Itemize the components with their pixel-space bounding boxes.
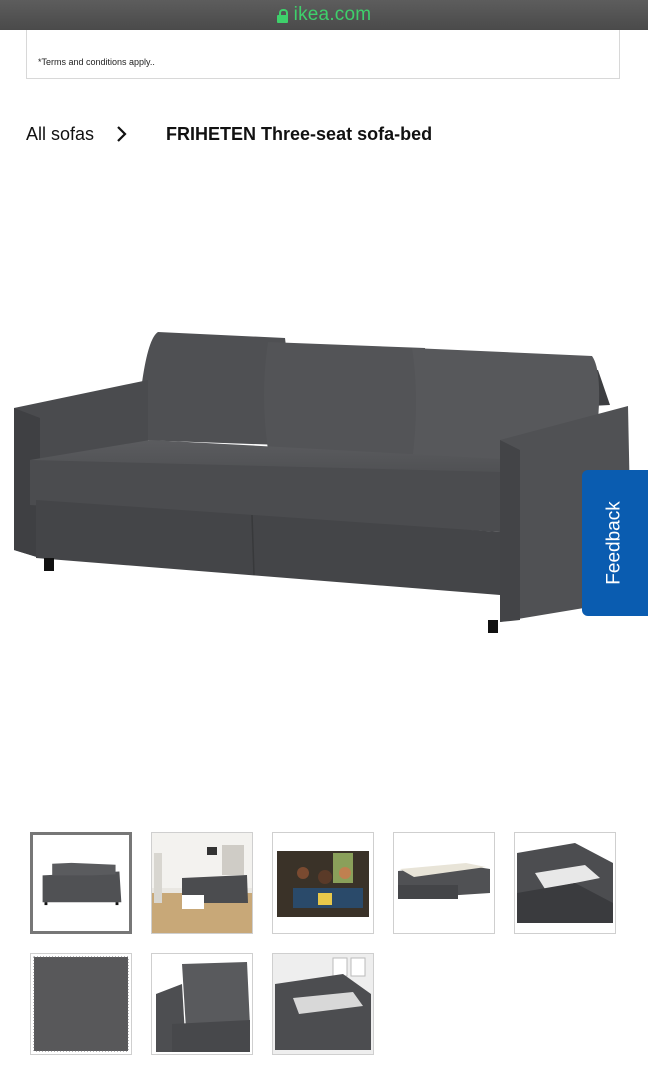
breadcrumb-current-page: FRIHETEN Three-seat sofa-bed xyxy=(166,123,433,144)
terms-text: *Terms and conditions apply.. xyxy=(38,57,155,67)
chevron-right-icon xyxy=(116,125,146,143)
feedback-label: Feedback xyxy=(604,501,626,585)
thumbnail-cushion-detail[interactable] xyxy=(151,953,253,1055)
thumbnail-storage-detail[interactable] xyxy=(514,832,616,934)
thumbnail-sofa-front[interactable] xyxy=(30,832,132,934)
terms-box: *Terms and conditions apply.. xyxy=(26,30,620,79)
url-text: ikea.com xyxy=(293,4,372,25)
feedback-tab[interactable]: Feedback xyxy=(582,470,648,616)
thumbnail-sofa-bed-open[interactable] xyxy=(393,832,495,934)
thumbnail-living-room[interactable] xyxy=(151,832,253,934)
thumbnail-family-scene[interactable] xyxy=(272,832,374,934)
breadcrumb: All sofas FRIHETEN Three-seat sofa-bed xyxy=(26,122,432,146)
lock-icon xyxy=(276,8,288,23)
thumbnail-storage-open[interactable] xyxy=(272,953,374,1055)
thumbnail-fabric-swatch[interactable] xyxy=(30,953,132,1055)
browser-url-bar[interactable]: ikea.com xyxy=(0,0,648,30)
sofa-bed-main-image[interactable] xyxy=(0,300,648,650)
breadcrumb-all-sofas-link[interactable]: All sofas xyxy=(26,124,94,145)
